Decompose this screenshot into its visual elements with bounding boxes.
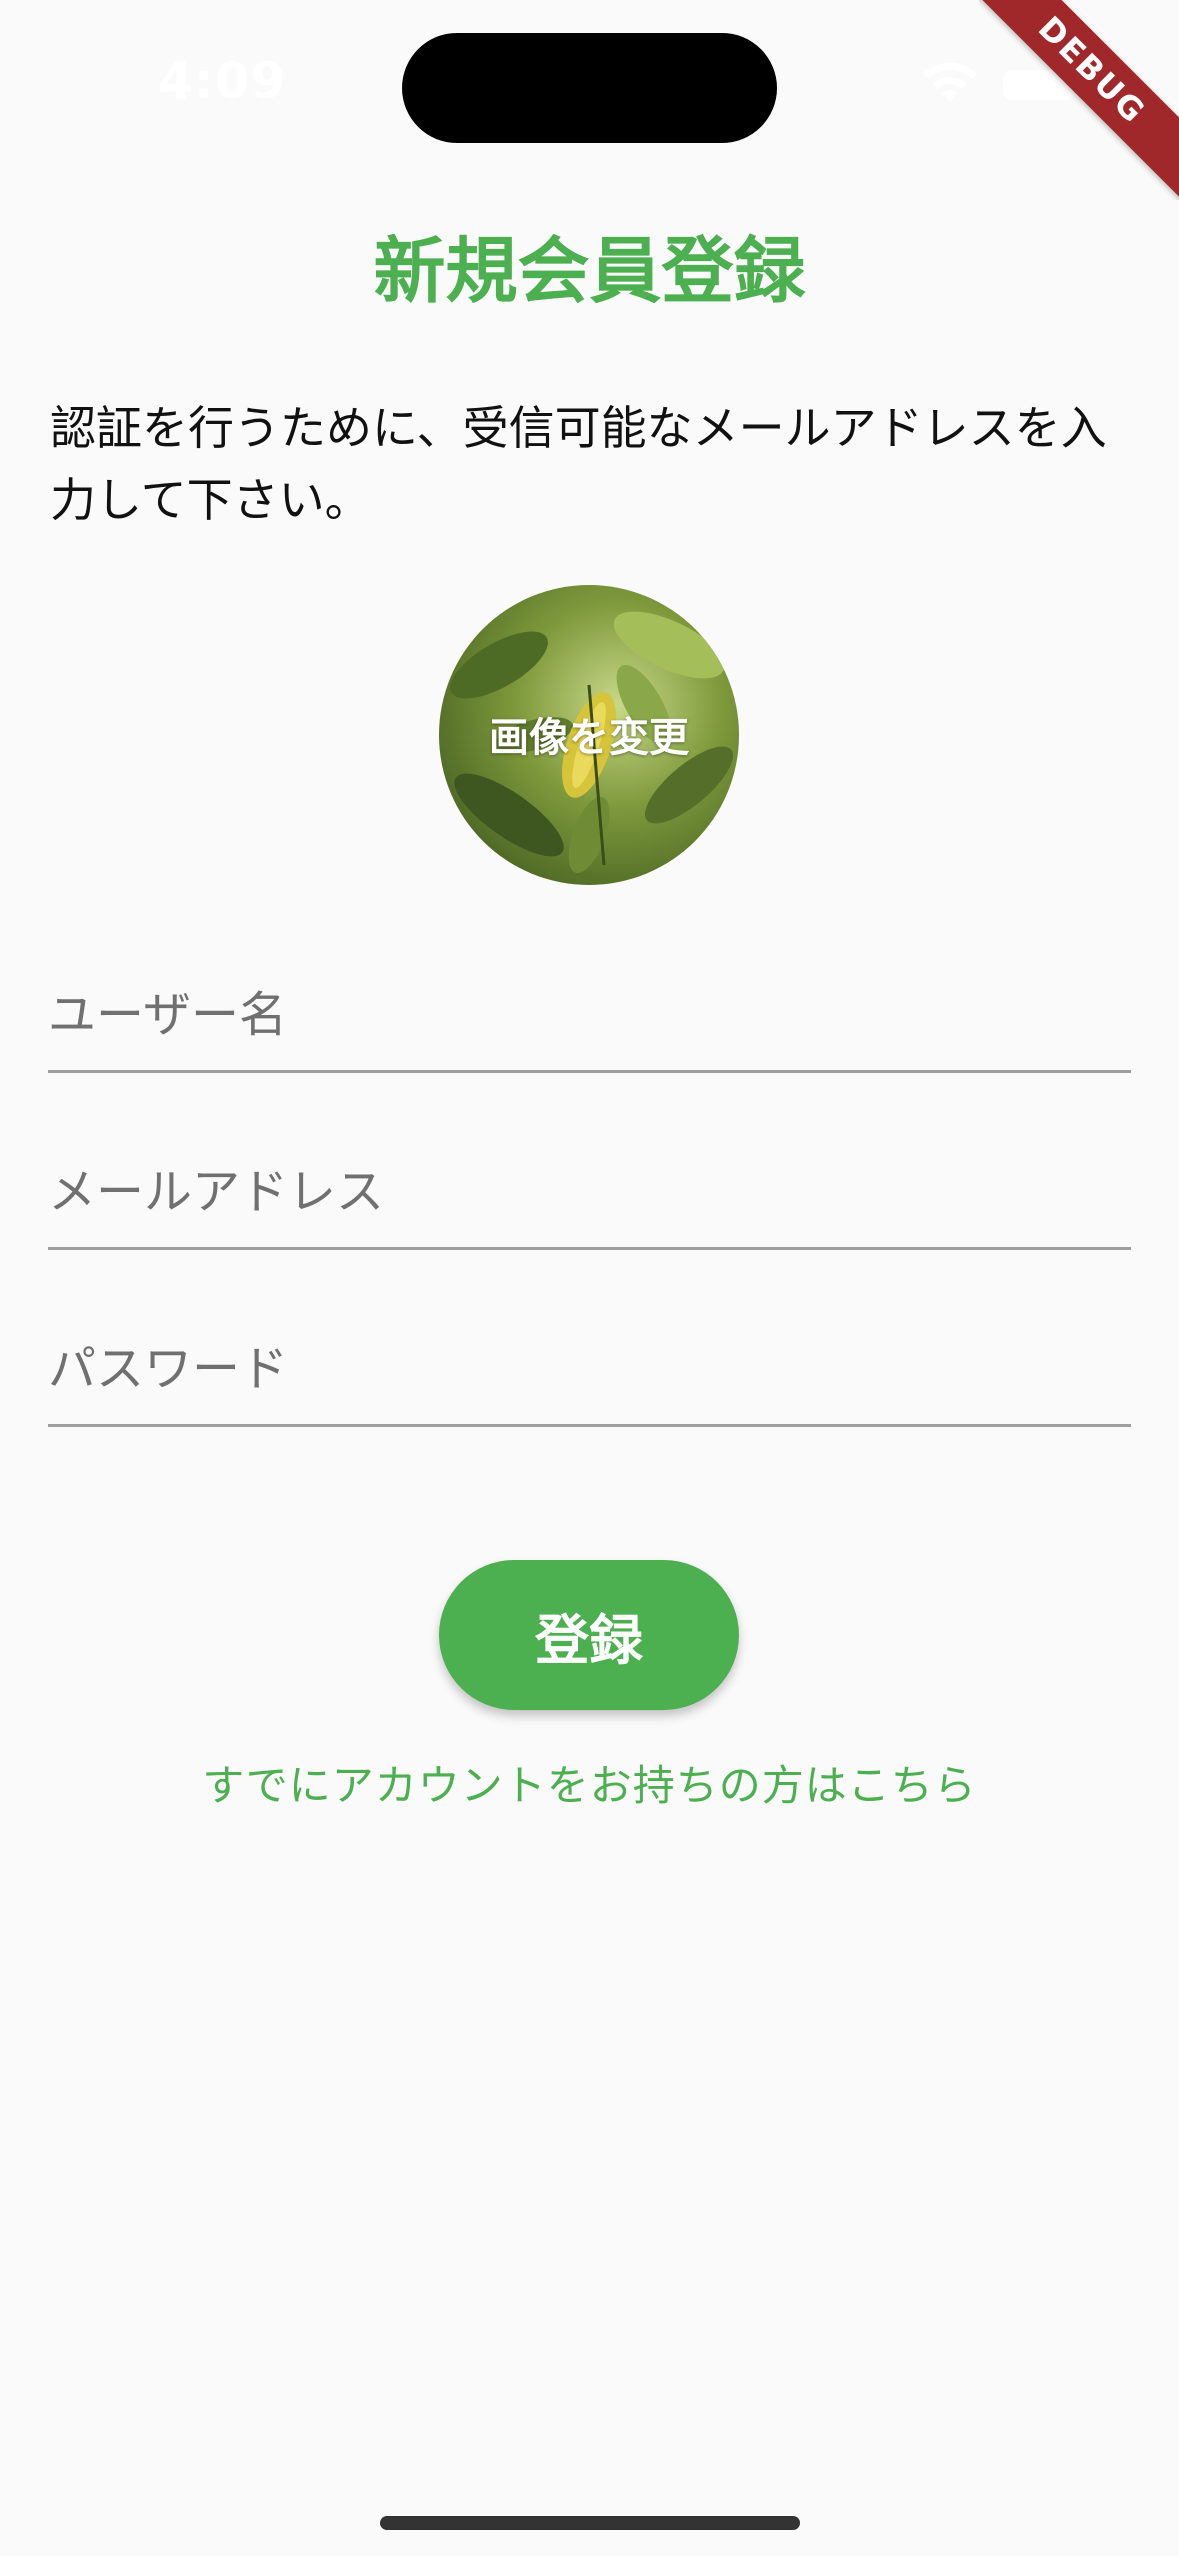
email-field-container [48, 1137, 1131, 1250]
username-field-container [48, 960, 1131, 1073]
dynamic-island [402, 33, 777, 143]
home-indicator[interactable] [380, 2516, 800, 2530]
email-input[interactable] [48, 1137, 1131, 1247]
register-button[interactable]: 登録 [439, 1560, 739, 1710]
login-link[interactable]: すでにアカウントをお持ちの方はこちら [0, 1752, 1179, 1813]
avatar-image-picker[interactable]: 画像を変更 [439, 585, 739, 885]
description-text: 認証を行うために、受信可能なメールアドレスを入力して下さい。 [50, 401, 1107, 527]
status-time: 4:09 [158, 52, 287, 110]
password-field-container [48, 1314, 1131, 1427]
change-image-label: 画像を変更 [489, 715, 689, 761]
page-title: 新規会員登録 [373, 229, 806, 313]
signup-screen: 4:09 DEBUG 新規会員登録 認証を行うために、受信可能なメールアドレスを… [0, 0, 1179, 2556]
wifi-icon [923, 62, 977, 102]
debug-label: DEBUG [979, 0, 1179, 200]
debug-banner: DEBUG [979, 0, 1179, 200]
username-input[interactable] [48, 960, 1131, 1070]
password-input[interactable] [48, 1314, 1131, 1424]
